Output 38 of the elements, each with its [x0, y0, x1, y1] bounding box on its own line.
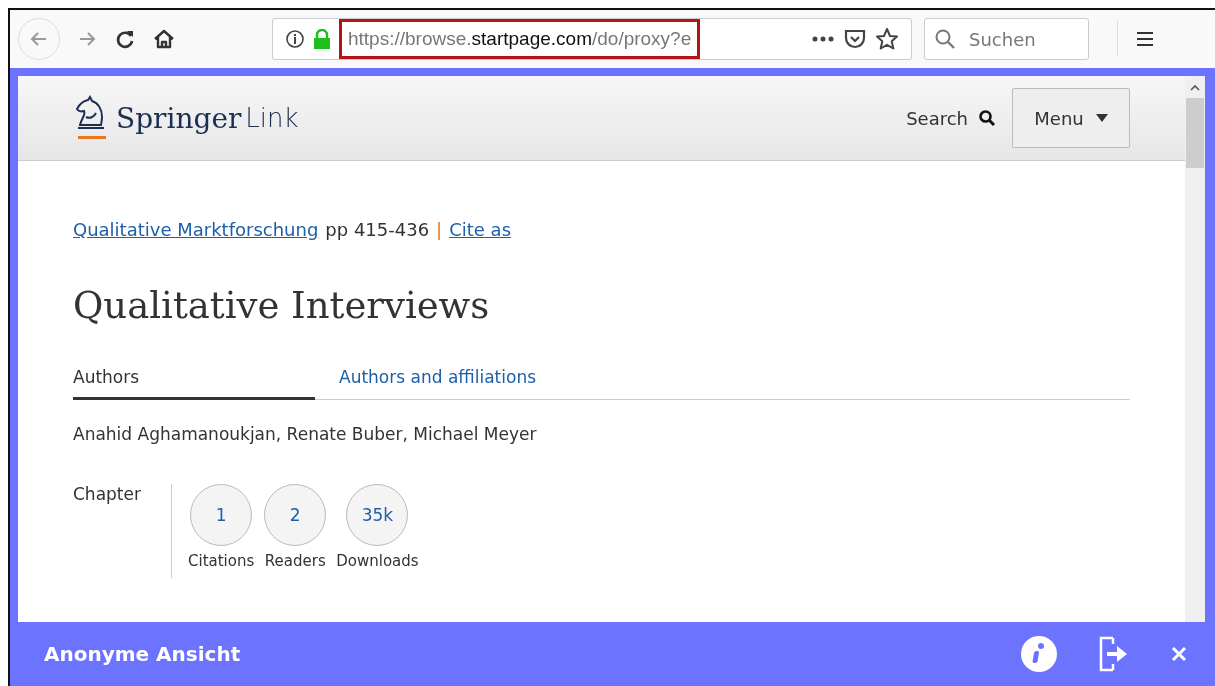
- star-icon[interactable]: [875, 27, 899, 51]
- dropdown-caret-icon[interactable]: [1095, 113, 1108, 123]
- search-link[interactable]: Search: [906, 107, 996, 129]
- search-field[interactable]: Suchen: [924, 18, 1089, 60]
- metric-label: Downloads: [336, 552, 419, 570]
- logo-text[interactable]: Springer: [116, 101, 242, 135]
- address-bar[interactable]: https://browse.startpage.com/do/proxy?e: [272, 18, 912, 60]
- metric-label: Citations: [188, 552, 255, 570]
- more-icon[interactable]: [811, 35, 835, 43]
- page-range: pp 415-436: [325, 219, 430, 240]
- search-icon[interactable]: [978, 109, 996, 127]
- metric-label: Readers: [264, 552, 326, 570]
- scroll-up-icon[interactable]: [1190, 84, 1200, 92]
- menu-button[interactable]: Menu: [1012, 88, 1130, 148]
- cite-link[interactable]: Cite as: [449, 219, 512, 240]
- tab[interactable]: Authors: [73, 367, 315, 400]
- proxy-title: Anonyme Ansicht: [44, 642, 241, 666]
- lock-icon: [313, 29, 331, 49]
- info-icon[interactable]: [285, 29, 305, 49]
- separator: |: [436, 219, 443, 240]
- scrollbar[interactable]: [1185, 76, 1205, 622]
- scrollbar-thumb[interactable]: [1186, 98, 1204, 168]
- chapter-label: Chapter: [73, 484, 142, 506]
- book-link[interactable]: Qualitative Marktforschung: [73, 219, 319, 240]
- tab[interactable]: Authors and affiliations: [339, 367, 537, 399]
- home-icon[interactable]: [152, 27, 176, 51]
- metric-badge[interactable]: 2: [264, 484, 327, 546]
- reload-icon[interactable]: [114, 28, 136, 50]
- pocket-icon[interactable]: [843, 27, 867, 51]
- metric-badge[interactable]: 1: [190, 484, 253, 546]
- close-icon[interactable]: [1171, 646, 1187, 662]
- search-icon: [934, 28, 956, 50]
- author-list: Anahid Aghamanoukjan, Renate Buber, Michael Meyer: [73, 424, 1130, 444]
- logo-text[interactable]: Link: [245, 103, 299, 133]
- url-text[interactable]: https://browse.startpage.com/do/proxy?e: [339, 19, 701, 59]
- metric-badge[interactable]: 35k: [346, 484, 409, 546]
- chapter-title: Qualitative Interviews: [73, 284, 491, 327]
- exit-icon[interactable]: [1099, 636, 1129, 672]
